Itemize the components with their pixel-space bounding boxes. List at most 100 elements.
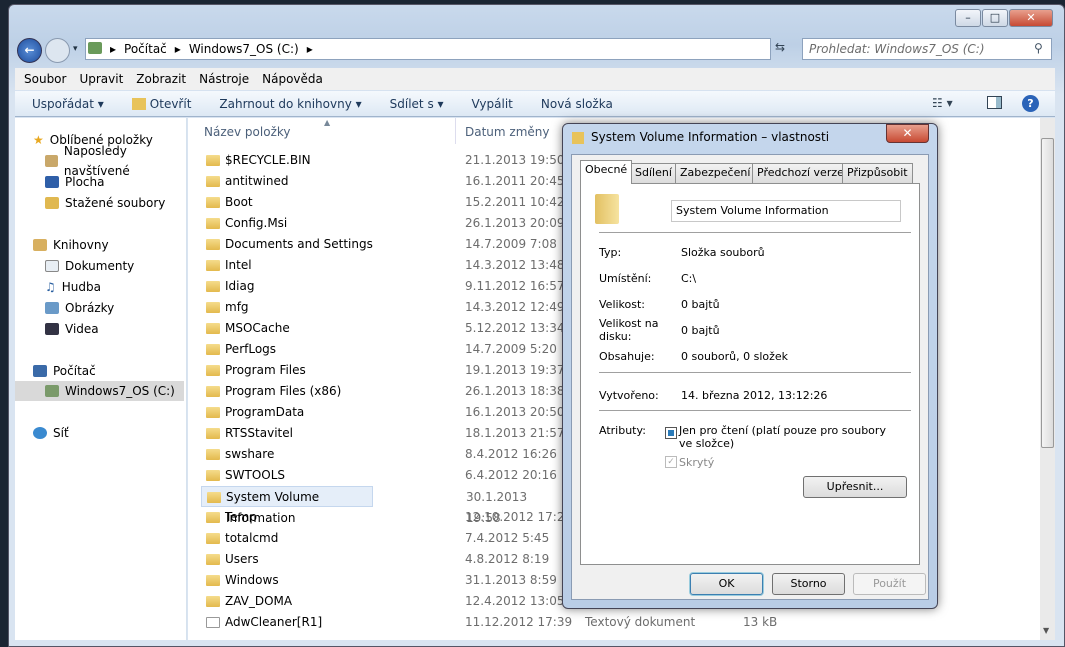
file-name: Config.Msi bbox=[225, 216, 288, 230]
documents-icon bbox=[45, 260, 59, 272]
forward-button[interactable] bbox=[45, 38, 70, 63]
cancel-button[interactable]: Storno bbox=[772, 573, 845, 595]
nav-desktop[interactable]: Plocha bbox=[45, 172, 104, 192]
folder-icon bbox=[206, 428, 220, 439]
divider bbox=[599, 232, 911, 233]
nav-drive-c[interactable]: Windows7_OS (C:) bbox=[15, 381, 184, 401]
libraries-icon bbox=[33, 239, 47, 251]
folder-icon bbox=[206, 554, 220, 565]
nav-libraries[interactable]: Knihovny bbox=[33, 235, 109, 255]
menu-tools[interactable]: Nástroje bbox=[199, 72, 249, 86]
navigation-pane: ★ Oblíbené položky Naposledy navštívené P… bbox=[15, 118, 187, 640]
readonly-checkbox[interactable] bbox=[665, 427, 677, 439]
tab-customize[interactable]: Přizpůsobit bbox=[842, 163, 913, 183]
pictures-icon bbox=[45, 302, 59, 314]
refresh-icon[interactable]: ⇆ bbox=[775, 40, 785, 54]
nav-pictures[interactable]: Obrázky bbox=[45, 298, 114, 318]
folder-icon bbox=[206, 302, 220, 313]
file-date: 18.1.2013 21:57 bbox=[465, 426, 565, 440]
apply-button[interactable]: Použít bbox=[853, 573, 926, 595]
tab-previous-versions[interactable]: Předchozí verze bbox=[752, 163, 849, 183]
nav-computer[interactable]: Počítač bbox=[33, 361, 96, 381]
folder-icon bbox=[206, 323, 220, 334]
minimize-button[interactable]: – bbox=[955, 9, 981, 27]
star-icon: ★ bbox=[33, 133, 44, 147]
file-name: Program Files bbox=[225, 363, 306, 377]
preview-pane-icon[interactable] bbox=[987, 96, 1002, 109]
column-divider[interactable] bbox=[455, 118, 456, 144]
folder-name-input[interactable]: System Volume Information bbox=[671, 200, 901, 222]
nav-recent[interactable]: Naposledy navštívené bbox=[45, 144, 186, 178]
scroll-down-icon[interactable]: ▼ bbox=[1043, 626, 1049, 635]
maximize-button[interactable]: □ bbox=[982, 9, 1008, 27]
scrollbar-thumb[interactable] bbox=[1041, 138, 1054, 448]
dialog-body: Obecné Sdílení Zabezpečení Předchozí ver… bbox=[571, 154, 929, 600]
hidden-checkbox[interactable]: ✓ bbox=[665, 456, 677, 468]
new-folder-button[interactable]: Nová složka bbox=[541, 97, 613, 111]
breadcrumb-drive[interactable]: Windows7_OS (C:) bbox=[189, 42, 299, 56]
folder-icon bbox=[206, 218, 220, 229]
nav-documents[interactable]: Dokumenty bbox=[45, 256, 134, 276]
tab-security[interactable]: Zabezpečení bbox=[675, 163, 756, 183]
file-date: 26.1.2013 20:09 bbox=[465, 216, 565, 230]
music-icon: ♫ bbox=[45, 280, 56, 294]
help-icon[interactable]: ? bbox=[1022, 95, 1039, 112]
menu-view[interactable]: Zobrazit bbox=[136, 72, 186, 86]
nav-network[interactable]: Síť bbox=[33, 423, 69, 443]
contains-value: 0 souborů, 0 složek bbox=[681, 350, 789, 363]
computer-icon bbox=[88, 42, 102, 54]
close-button[interactable]: ✕ bbox=[1009, 9, 1053, 27]
folder-icon bbox=[206, 533, 220, 544]
nav-music[interactable]: ♫ Hudba bbox=[45, 277, 101, 297]
folder-icon bbox=[206, 281, 220, 292]
burn-button[interactable]: Vypálit bbox=[472, 97, 513, 111]
ok-button[interactable]: OK bbox=[690, 573, 763, 595]
divider bbox=[599, 410, 911, 411]
search-input[interactable]: Prohledat: Windows7_OS (C:) bbox=[802, 38, 1052, 60]
created-value: 14. března 2012, 13:12:26 bbox=[681, 389, 828, 402]
nav-downloads[interactable]: Stažené soubory bbox=[45, 193, 165, 213]
nav-videos[interactable]: Videa bbox=[45, 319, 99, 339]
type-value: Složka souborů bbox=[681, 246, 765, 259]
menu-file[interactable]: Soubor bbox=[24, 72, 66, 86]
folder-icon bbox=[206, 575, 220, 586]
text-file-icon bbox=[206, 617, 220, 628]
file-name: mfg bbox=[225, 300, 249, 314]
tab-general[interactable]: Obecné bbox=[580, 160, 633, 184]
recent-pages-dropdown[interactable]: ▾ bbox=[73, 44, 78, 54]
attributes-label: Atributy: bbox=[599, 424, 646, 437]
videos-icon bbox=[45, 323, 59, 335]
file-date: 19.1.2013 19:37 bbox=[465, 363, 565, 377]
chevron-right-icon: ▸ bbox=[306, 42, 313, 56]
column-header-name[interactable]: Název položky bbox=[204, 125, 290, 139]
divider bbox=[599, 372, 911, 373]
advanced-button[interactable]: Upřesnit... bbox=[803, 476, 907, 498]
column-header-date[interactable]: Datum změny bbox=[465, 125, 550, 139]
downloads-icon bbox=[45, 197, 59, 209]
tab-sharing[interactable]: Sdílení bbox=[630, 163, 677, 183]
menu-help[interactable]: Nápověda bbox=[262, 72, 323, 86]
view-options-icon[interactable]: ☷ ▾ bbox=[932, 96, 953, 110]
file-name: totalcmd bbox=[225, 531, 279, 545]
dialog-close-button[interactable]: ✕ bbox=[886, 124, 929, 143]
file-row[interactable]: System Volume Information 30.1.2013 19:58 bbox=[201, 486, 527, 525]
file-name: $RECYCLE.BIN bbox=[225, 153, 311, 167]
file-name: Documents and Settings bbox=[225, 237, 373, 251]
file-type: Textový dokument bbox=[585, 615, 696, 629]
organize-button[interactable]: Uspořádat ▾ bbox=[32, 97, 104, 111]
open-button[interactable]: Otevřít bbox=[150, 97, 192, 111]
vertical-scrollbar[interactable]: ▼ bbox=[1040, 118, 1055, 640]
share-with-button[interactable]: Sdílet s ▾ bbox=[390, 97, 444, 111]
menu-edit[interactable]: Upravit bbox=[79, 72, 123, 86]
file-date: 16.1.2011 20:45 bbox=[465, 174, 565, 188]
file-date: 6.4.2012 20:16 bbox=[465, 468, 557, 482]
file-date: 31.1.2013 8:59 bbox=[465, 573, 557, 587]
address-bar[interactable]: ▸ Počítač ▸ Windows7_OS (C:) ▸ bbox=[85, 38, 771, 60]
open-folder-icon bbox=[131, 97, 146, 110]
size-value: 0 bajtů bbox=[681, 298, 720, 311]
back-button[interactable]: ← bbox=[17, 38, 42, 63]
network-icon bbox=[33, 427, 47, 439]
file-row[interactable]: AdwCleaner[R1] 11.12.2012 17:39 Textový do… bbox=[201, 612, 1041, 633]
breadcrumb-computer[interactable]: Počítač bbox=[124, 42, 167, 56]
include-in-library-button[interactable]: Zahrnout do knihovny ▾ bbox=[219, 97, 361, 111]
